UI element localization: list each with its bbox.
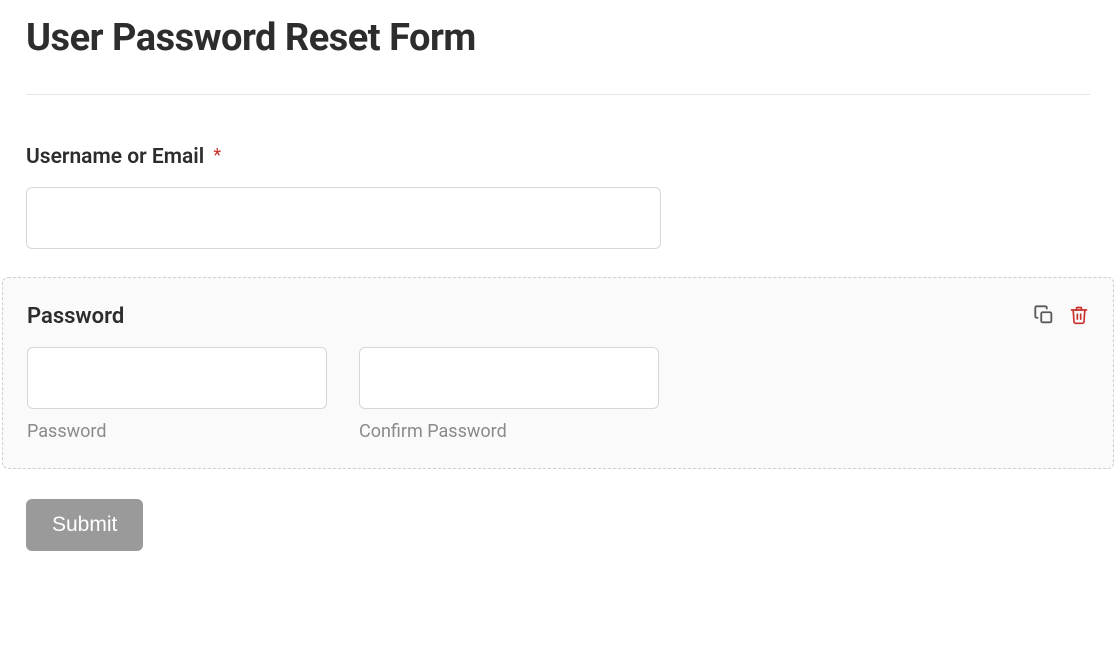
password-panel: Password (2, 277, 1114, 469)
password-panel-title: Password (27, 304, 124, 329)
confirm-password-sublabel: Confirm Password (359, 421, 659, 442)
duplicate-icon (1033, 304, 1055, 329)
required-asterisk: * (213, 145, 221, 166)
submit-button[interactable]: Submit (26, 499, 143, 551)
password-inputs-row: Password Confirm Password (27, 347, 1089, 442)
password-input[interactable] (27, 347, 327, 409)
delete-button[interactable] (1069, 304, 1089, 329)
username-field-group: Username or Email * (26, 145, 1090, 249)
username-label-text: Username or Email (26, 145, 204, 169)
page-title: User Password Reset Form (26, 16, 1090, 60)
duplicate-button[interactable] (1033, 304, 1055, 329)
trash-icon (1069, 304, 1089, 329)
confirm-password-subfield: Confirm Password (359, 347, 659, 442)
password-panel-header: Password (27, 304, 1089, 329)
password-subfield: Password (27, 347, 327, 442)
username-label: Username or Email * (26, 145, 1090, 169)
confirm-password-input[interactable] (359, 347, 659, 409)
divider (26, 94, 1090, 95)
password-panel-actions (1033, 304, 1089, 329)
password-sublabel: Password (27, 421, 327, 442)
username-input[interactable] (26, 187, 661, 249)
